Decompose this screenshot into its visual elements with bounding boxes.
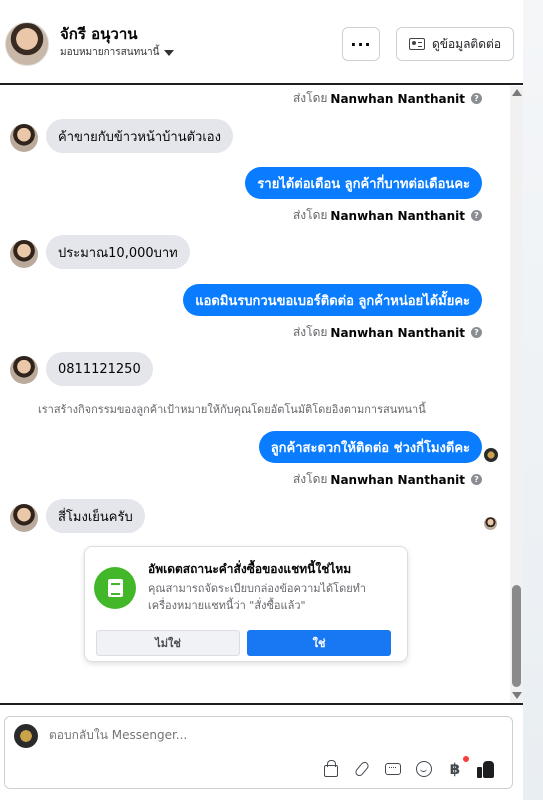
contact-avatar-small[interactable] bbox=[10, 124, 38, 152]
contact-avatar-small[interactable] bbox=[10, 504, 38, 532]
outgoing-message[interactable]: ลูกค้าสะดวกให้ติดต่อ ช่วงกี่โมงดีคะ bbox=[258, 431, 482, 463]
order-prompt-title: อัพเดตสถานะคำสั่งซื้อของแชทนี้ใช่ไหม bbox=[148, 562, 352, 576]
sent-by-label: ส่งโดย Nanwhan Nanthanit ? bbox=[293, 89, 482, 108]
order-prompt-body: คุณสามารถจัดระเบียบกล่องข้อความได้โดยทำเ… bbox=[148, 582, 367, 612]
saved-reply-icon[interactable] bbox=[384, 760, 402, 778]
caret-down-icon bbox=[164, 49, 175, 56]
thumbs-up-icon[interactable] bbox=[477, 760, 495, 778]
help-icon[interactable]: ? bbox=[471, 210, 482, 221]
messenger-panel: จักรี อนุวาน มอบหมายการสนทนานี้ ··· ดูข้… bbox=[0, 0, 523, 800]
order-yes-button[interactable]: ใช่ bbox=[247, 630, 391, 656]
system-note: เราสร้างกิจกรรมของลูกค้าเป้าหมายให้กับคุ… bbox=[38, 403, 426, 416]
page-avatar bbox=[14, 724, 38, 748]
contact-card-icon bbox=[408, 38, 425, 50]
seen-by-page-avatar bbox=[484, 448, 498, 462]
seen-by-contact-avatar bbox=[484, 517, 497, 530]
sent-by-prefix: ส่งโดย bbox=[292, 91, 328, 105]
help-icon[interactable]: ? bbox=[471, 474, 482, 485]
scroll-up-arrow-icon[interactable] bbox=[512, 89, 522, 96]
help-icon[interactable]: ? bbox=[471, 327, 482, 338]
contact-avatar-small[interactable] bbox=[10, 356, 38, 384]
help-icon[interactable]: ? bbox=[471, 93, 482, 104]
more-options-label: ··· bbox=[350, 34, 372, 54]
composer-toolbar: ฿ bbox=[322, 756, 495, 778]
scroll-down-arrow-icon[interactable] bbox=[512, 692, 522, 699]
shopping-bag-icon[interactable] bbox=[322, 760, 340, 778]
order-document-icon bbox=[94, 567, 136, 609]
sender-name: Nanwhan Nanthanit bbox=[330, 208, 465, 223]
composer-divider bbox=[0, 703, 523, 705]
sent-by-prefix: ส่งโดย bbox=[292, 325, 328, 339]
contact-name[interactable]: จักรี อนุวาน bbox=[60, 22, 138, 46]
baht-icon[interactable]: ฿ bbox=[446, 756, 469, 778]
sender-name: Nanwhan Nanthanit bbox=[330, 325, 465, 340]
contact-avatar-small[interactable] bbox=[10, 240, 38, 268]
sender-name: Nanwhan Nanthanit bbox=[330, 91, 465, 106]
order-no-button[interactable]: ไม่ใช่ bbox=[96, 630, 240, 656]
sent-by-prefix: ส่งโดย bbox=[292, 208, 328, 222]
scrollbar-thumb[interactable] bbox=[512, 585, 521, 687]
incoming-message[interactable]: ประมาณ10,000บาท bbox=[46, 235, 190, 269]
incoming-message[interactable]: 0811121250 bbox=[46, 352, 153, 386]
incoming-message[interactable]: สี่โมงเย็นครับ bbox=[46, 499, 145, 533]
emoji-icon[interactable] bbox=[415, 760, 433, 778]
assign-conversation-dropdown[interactable]: มอบหมายการสนทนานี้ bbox=[60, 45, 175, 60]
sender-name: Nanwhan Nanthanit bbox=[330, 472, 465, 487]
reply-input[interactable] bbox=[49, 728, 349, 742]
more-options-button[interactable]: ··· bbox=[342, 27, 380, 61]
sent-by-label: ส่งโดย Nanwhan Nanthanit ? bbox=[293, 206, 482, 225]
sent-by-prefix: ส่งโดย bbox=[292, 472, 328, 486]
assign-label: มอบหมายการสนทนานี้ bbox=[60, 47, 160, 58]
contact-avatar[interactable] bbox=[5, 22, 49, 66]
order-status-prompt: อัพเดตสถานะคำสั่งซื้อของแชทนี้ใช่ไหม คุณ… bbox=[84, 546, 408, 662]
view-contact-info-button[interactable]: ดูข้อมูลติดต่อ bbox=[396, 27, 514, 61]
baht-symbol: ฿ bbox=[449, 760, 461, 778]
background-strip bbox=[523, 0, 543, 800]
conversation-header: จักรี อนุวาน มอบหมายการสนทนานี้ ··· ดูข้… bbox=[0, 0, 523, 85]
outgoing-message[interactable]: รายได้ต่อเดือน ลูกค้ากี่บาทต่อเดือนคะ bbox=[245, 167, 482, 199]
sent-by-label: ส่งโดย Nanwhan Nanthanit ? bbox=[293, 323, 482, 342]
message-composer: ฿ bbox=[4, 716, 513, 789]
incoming-message[interactable]: ค้าขายกับข้าวหน้าบ้านตัวเอง bbox=[46, 119, 233, 153]
paperclip-icon[interactable] bbox=[353, 760, 371, 778]
view-contact-info-label: ดูข้อมูลติดต่อ bbox=[431, 36, 502, 51]
outgoing-message[interactable]: แอดมินรบกวนขอเบอร์ติดต่อ ลูกค้าหน่อยได้ม… bbox=[183, 284, 482, 316]
notification-dot bbox=[463, 756, 469, 762]
sent-by-label: ส่งโดย Nanwhan Nanthanit ? bbox=[293, 470, 482, 489]
